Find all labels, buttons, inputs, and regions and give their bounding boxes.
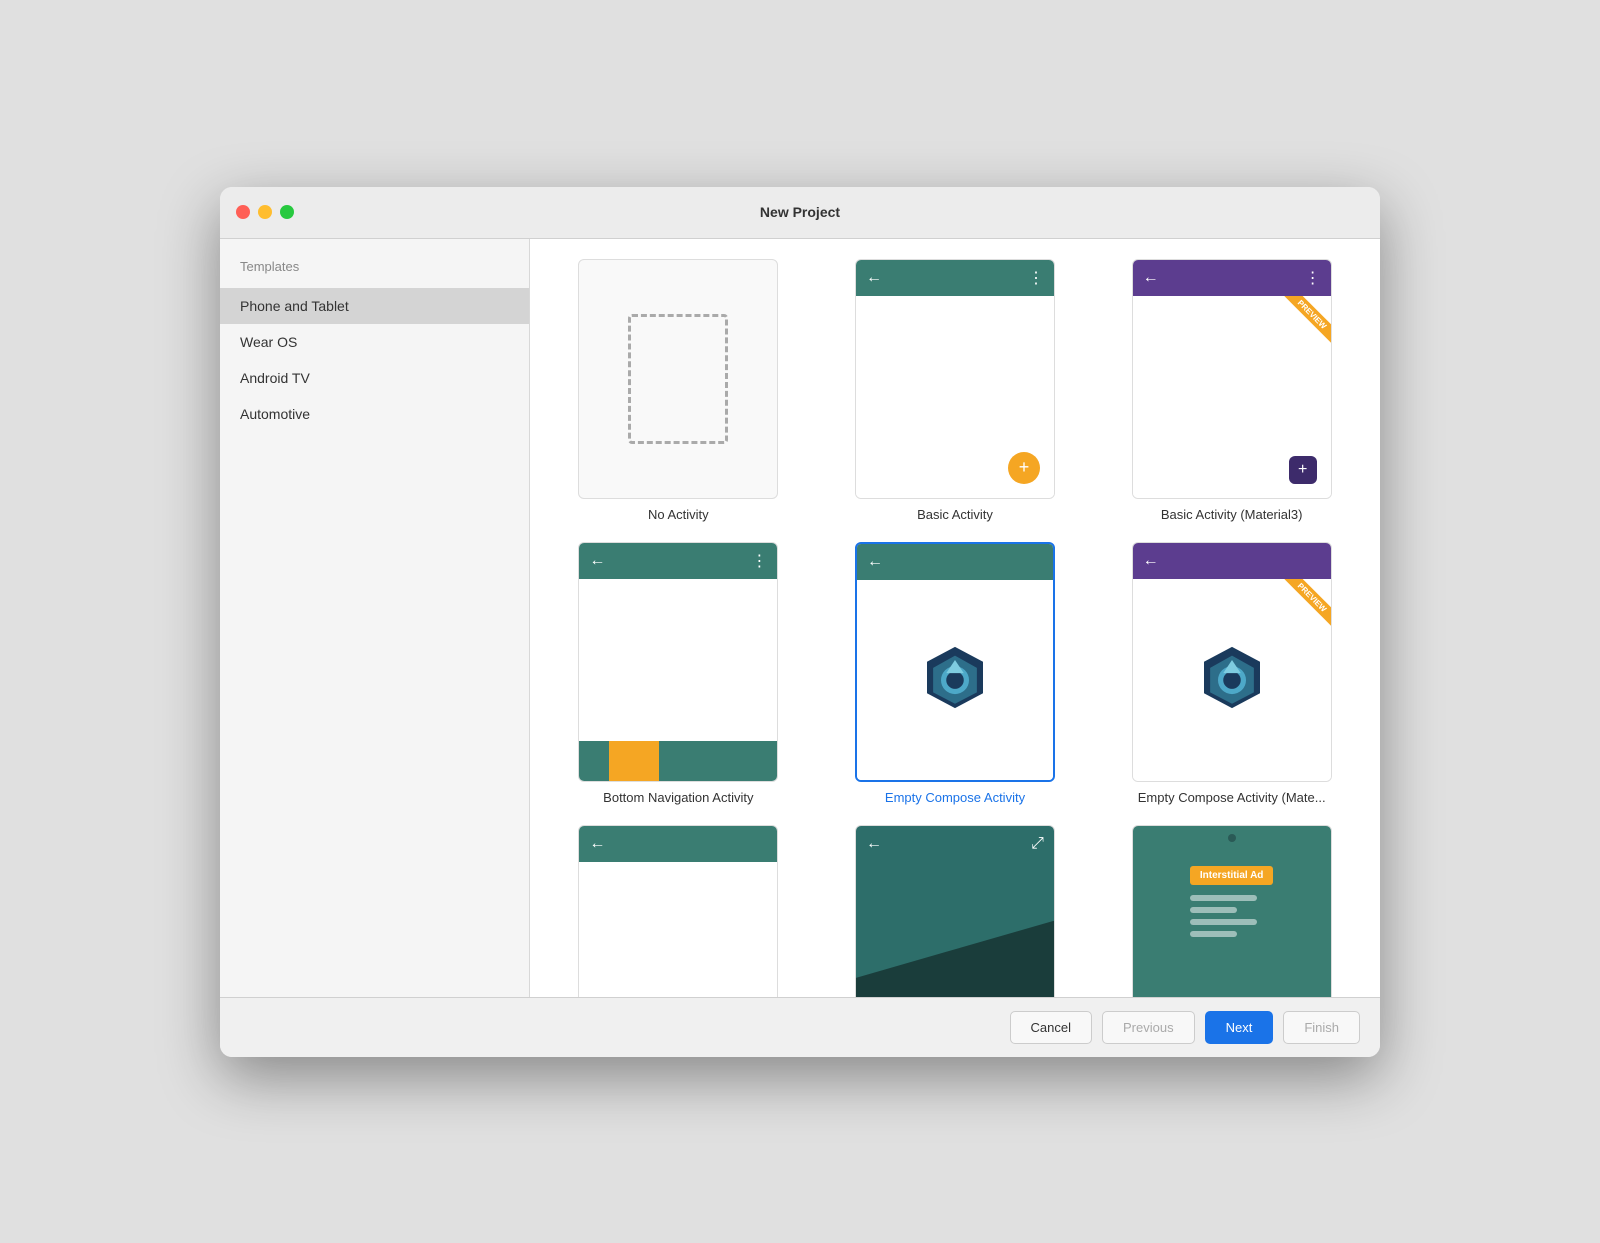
template-empty-activity[interactable]: ← Empty Activity [550,825,807,997]
footer: Cancel Previous Next Finish [220,997,1380,1057]
interstitial-content: Interstitial Ad [1190,866,1274,943]
sidebar-item-automotive[interactable]: Automotive [220,396,529,432]
dashed-rect [628,314,728,444]
template-basic-activity[interactable]: ← ⋮ + Basic Activity [827,259,1084,522]
template-label-basic-activity: Basic Activity [917,507,993,522]
basic-activity-toolbar: ← ⋮ [856,260,1054,296]
empty-compose-m3-body: PREVIEW [1133,579,1331,781]
title-bar: New Project [220,187,1380,239]
template-fullscreen[interactable]: ← ⤢ Fullscreen Activity [827,825,1084,997]
preview-badge-m3: PREVIEW [1271,579,1331,639]
template-interstitial-ad[interactable]: Interstitial Ad Interstitial Ad [1103,825,1360,997]
traffic-lights [236,205,294,219]
basic-activity-body: + [856,296,1054,498]
back-icon-m3: ← [1143,269,1159,287]
empty-compose-m3-toolbar: ← [1133,543,1331,579]
main-window: New Project Templates Phone and Tablet W… [220,187,1380,1057]
window-title: New Project [760,204,840,220]
template-label-empty-compose-m3: Empty Compose Activity (Mate... [1138,790,1326,805]
cancel-button[interactable]: Cancel [1010,1011,1092,1044]
template-thumb-empty-compose-m3: ← PREVIEW [1132,542,1332,782]
templates-grid: No Activity ← ⋮ + Basic Activity [550,259,1360,997]
maximize-button[interactable] [280,205,294,219]
empty-activity-body [579,862,777,997]
menu-icon: ⋮ [1028,268,1044,288]
interstitial-line-3 [1190,919,1257,925]
template-thumb-no-activity [578,259,778,499]
back-icon-fullscreen: ← [866,835,882,853]
fullscreen-diagonal [856,921,1054,997]
back-icon-compose-m3: ← [1143,552,1159,570]
sidebar-item-android-tv[interactable]: Android TV [220,360,529,396]
camera-dot [1228,834,1236,842]
template-empty-compose[interactable]: ← [827,542,1084,805]
previous-button[interactable]: Previous [1102,1011,1195,1044]
template-label-no-activity: No Activity [648,507,709,522]
template-empty-compose-m3[interactable]: ← PREVIEW [1103,542,1360,805]
fab-button: + [1008,452,1040,484]
back-icon-empty: ← [589,835,605,853]
bottom-nav-bar [579,741,777,781]
basic-m3-toolbar: ← ⋮ [1133,260,1331,296]
template-thumb-fullscreen: ← ⤢ [855,825,1055,997]
empty-compose-body [857,580,1053,780]
minimize-button[interactable] [258,205,272,219]
finish-button[interactable]: Finish [1283,1011,1360,1044]
menu-icon-bottom: ⋮ [751,551,767,571]
android-logo-m3 [1197,642,1267,717]
android-logo [920,642,990,717]
preview-text: PREVIEW [1282,296,1330,344]
template-no-activity[interactable]: No Activity [550,259,807,522]
template-thumb-empty-activity: ← [578,825,778,997]
close-button[interactable] [236,205,250,219]
template-basic-activity-m3[interactable]: ← ⋮ PREVIEW + Basic Activity (Material3) [1103,259,1360,522]
sidebar: Templates Phone and Tablet Wear OS Andro… [220,239,530,997]
template-label-basic-m3: Basic Activity (Material3) [1161,507,1303,522]
interstitial-lines [1190,895,1257,937]
interstitial-line-1 [1190,895,1257,901]
bottom-nav-body [579,579,777,781]
sidebar-header: Templates [220,259,529,288]
template-thumb-bottom-nav: ← ⋮ [578,542,778,782]
template-bottom-nav[interactable]: ← ⋮ Bottom Navigation Activity [550,542,807,805]
back-icon-bottom: ← [589,552,605,570]
template-label-empty-compose: Empty Compose Activity [885,790,1025,805]
next-button[interactable]: Next [1205,1011,1274,1044]
sidebar-item-phone-tablet[interactable]: Phone and Tablet [220,288,529,324]
back-icon: ← [866,269,882,287]
bottom-nav-toolbar: ← ⋮ [579,543,777,579]
empty-compose-toolbar: ← [857,544,1053,580]
android-hex-icon-m3 [1197,642,1267,712]
preview-badge: PREVIEW [1271,296,1331,356]
interstitial-ad-badge: Interstitial Ad [1190,866,1274,885]
fullscreen-toolbar: ← ⤢ [856,826,1054,862]
basic-m3-body: PREVIEW + [1133,296,1331,498]
interstitial-line-4 [1190,931,1237,937]
sidebar-item-wear-os[interactable]: Wear OS [220,324,529,360]
interstitial-line-2 [1190,907,1237,913]
template-thumb-empty-compose: ← [855,542,1055,782]
menu-icon-m3: ⋮ [1305,268,1321,288]
template-thumb-basic-m3: ← ⋮ PREVIEW + [1132,259,1332,499]
plus-button-m3: + [1289,456,1317,484]
main-content: Templates Phone and Tablet Wear OS Andro… [220,239,1380,997]
template-thumb-interstitial: Interstitial Ad [1132,825,1332,997]
template-label-bottom-nav: Bottom Navigation Activity [603,790,753,805]
content-area[interactable]: No Activity ← ⋮ + Basic Activity [530,239,1380,997]
android-hex-icon [920,642,990,712]
empty-activity-toolbar: ← [579,826,777,862]
expand-icon-fullscreen: ⤢ [1031,835,1044,853]
preview-text-m3: PREVIEW [1282,579,1330,627]
back-icon-compose: ← [867,553,883,571]
bottom-nav-active-item [609,741,659,781]
template-thumb-basic-activity: ← ⋮ + [855,259,1055,499]
